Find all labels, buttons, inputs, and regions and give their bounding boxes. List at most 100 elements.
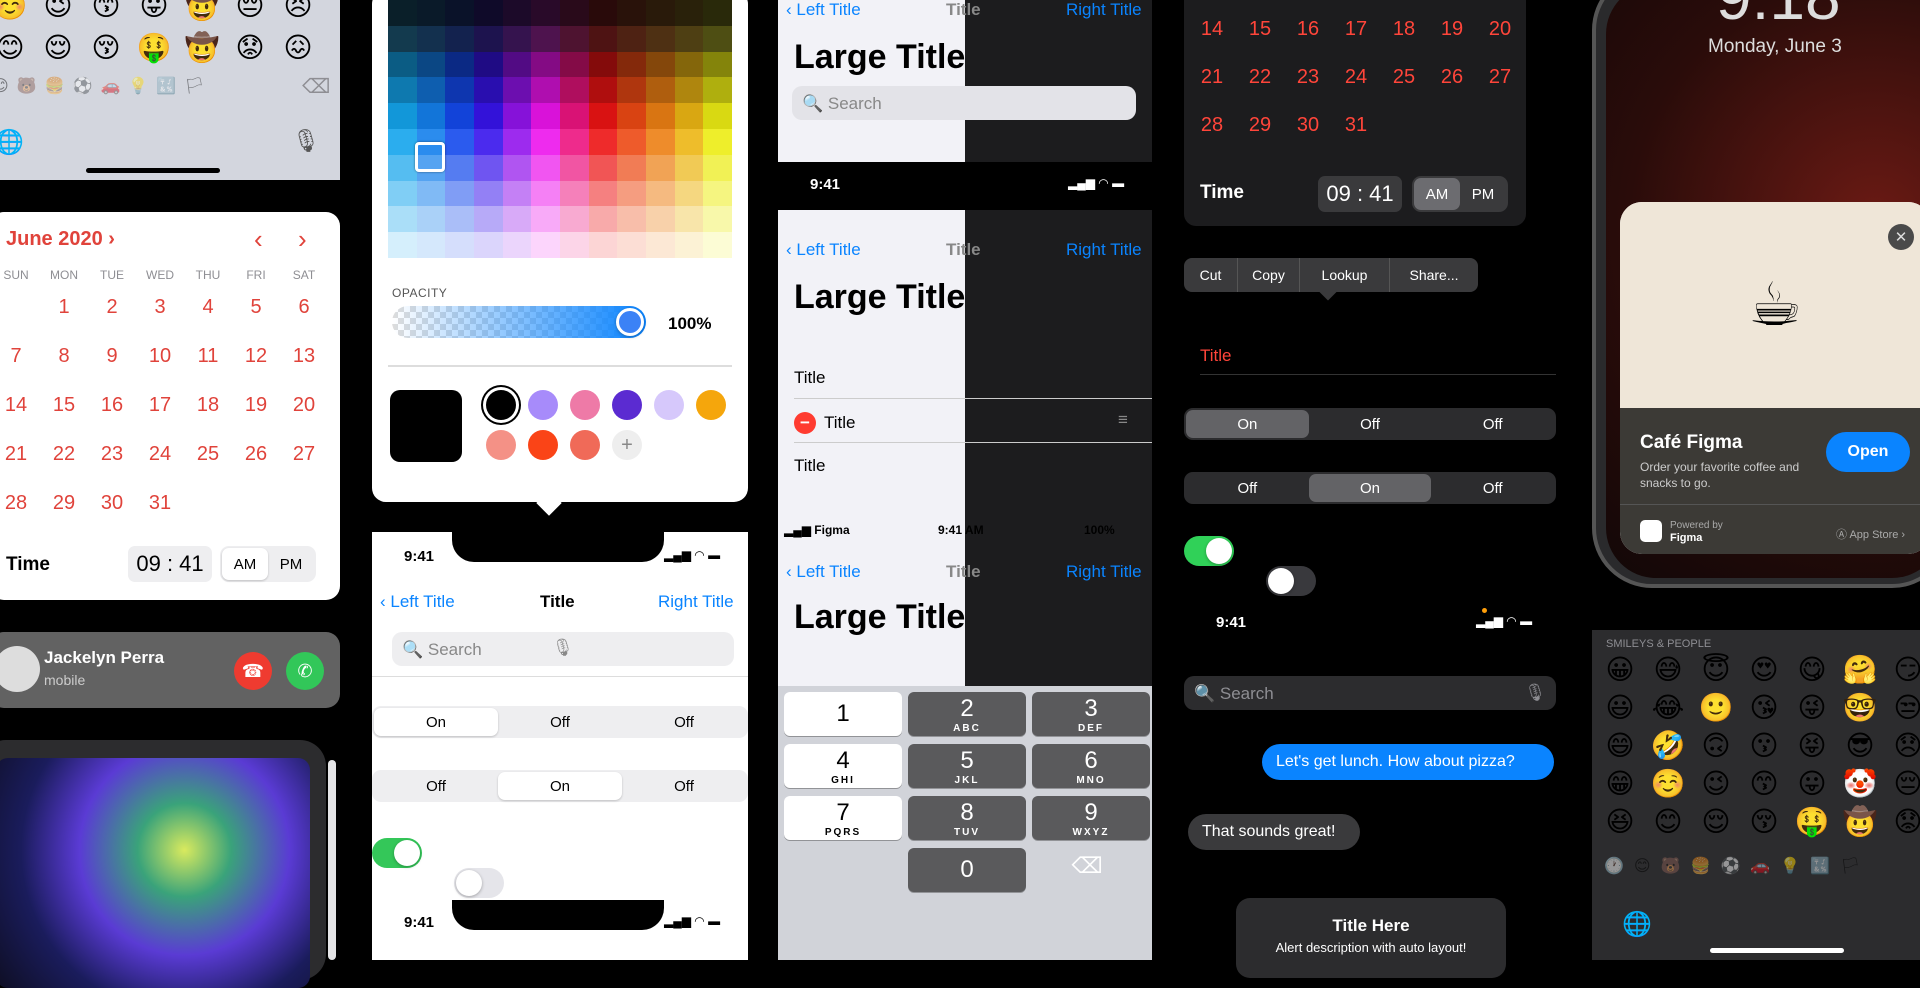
color-cell[interactable]: [531, 77, 560, 104]
calendar-day[interactable]: 30: [1284, 114, 1332, 137]
color-cell[interactable]: [674, 154, 704, 181]
calendar-day[interactable]: 17: [136, 394, 184, 417]
keypad-key[interactable]: 8 TUV: [908, 796, 1026, 840]
emoji-key[interactable]: ☺️: [1644, 770, 1692, 808]
color-cell[interactable]: [617, 232, 646, 258]
emoji-key[interactable]: 😙: [82, 0, 130, 34]
calendar-day[interactable]: 14: [0, 394, 40, 417]
color-cell[interactable]: [559, 206, 589, 233]
emoji-key[interactable]: 🤠: [1836, 808, 1884, 846]
color-cell[interactable]: [416, 103, 446, 129]
color-cell[interactable]: [588, 77, 618, 104]
calendar-day[interactable]: 22: [1236, 66, 1284, 89]
calendar-day[interactable]: 20: [1476, 18, 1524, 41]
color-swatch[interactable]: [612, 390, 642, 420]
emoji-category-icon[interactable]: 🔣: [156, 76, 176, 96]
month-selector[interactable]: June 2020 ›: [6, 228, 115, 251]
color-cell[interactable]: [502, 77, 532, 104]
context-menu-item[interactable]: Cut: [1184, 258, 1238, 292]
color-swatch[interactable]: [528, 390, 558, 420]
calendar-day[interactable]: 15: [40, 394, 88, 417]
outgoing-message-bubble[interactable]: Let's get lunch. How about pizza?: [1262, 744, 1554, 780]
color-cell[interactable]: [445, 128, 474, 155]
color-swatch[interactable]: [486, 430, 516, 460]
emoji-key[interactable]: 😀: [1596, 656, 1644, 694]
color-cell[interactable]: [388, 180, 417, 207]
emoji-key[interactable]: 😜: [1788, 694, 1836, 732]
calendar-day[interactable]: 11: [184, 345, 232, 368]
text-field-title[interactable]: Title: [1200, 346, 1232, 366]
color-cell[interactable]: [645, 180, 675, 207]
color-cell[interactable]: [445, 180, 474, 207]
back-button[interactable]: ‹ Left Title: [786, 240, 861, 260]
emoji-key[interactable]: 😟: [1884, 808, 1920, 846]
color-cell[interactable]: [388, 232, 417, 258]
color-swatch[interactable]: [654, 390, 684, 420]
color-cell[interactable]: [445, 25, 474, 52]
list-item[interactable]: Title: [794, 456, 826, 476]
color-cell[interactable]: [531, 128, 560, 155]
color-cell[interactable]: [617, 154, 646, 181]
emoji-key[interactable]: 😚: [82, 34, 130, 76]
app-store-link[interactable]: Ⓐ App Store ›: [1836, 526, 1905, 542]
emoji-key[interactable]: 🙃: [1692, 732, 1740, 770]
color-cell[interactable]: [617, 103, 646, 129]
segment-option[interactable]: On: [374, 708, 498, 736]
color-cell[interactable]: [559, 180, 589, 207]
microphone-icon[interactable]: 🎙: [552, 638, 574, 658]
close-button[interactable]: ✕: [1888, 224, 1914, 250]
globe-icon[interactable]: 🌐: [0, 128, 24, 157]
emoji-key[interactable]: 😋: [1788, 656, 1836, 694]
emoji-key[interactable]: 😔: [226, 0, 274, 34]
color-cell[interactable]: [445, 103, 474, 129]
color-cell[interactable]: [703, 0, 732, 26]
color-cell[interactable]: [588, 232, 618, 258]
emoji-key[interactable]: 😘: [1740, 694, 1788, 732]
opacity-slider-thumb[interactable]: [616, 308, 644, 336]
delete-control-icon[interactable]: −: [794, 412, 816, 434]
calendar-day[interactable]: 19: [1428, 18, 1476, 41]
calendar-day[interactable]: 7: [1188, 0, 1236, 1]
pm-option[interactable]: PM: [268, 548, 314, 580]
keypad-key[interactable]: 4 GHI: [784, 744, 902, 788]
context-menu-item[interactable]: Lookup: [1300, 258, 1390, 292]
segment-option[interactable]: Off: [498, 708, 622, 736]
color-cell[interactable]: [588, 206, 618, 233]
calendar-day[interactable]: 7: [0, 345, 40, 368]
calendar-day[interactable]: 17: [1332, 18, 1380, 41]
globe-icon[interactable]: 🌐: [1622, 910, 1652, 939]
emoji-key[interactable]: 😉: [1692, 770, 1740, 808]
emoji-key[interactable]: 😛: [130, 0, 178, 34]
emoji-key[interactable]: 😚: [1740, 808, 1788, 846]
color-cell[interactable]: [388, 0, 417, 26]
color-cell[interactable]: [588, 0, 618, 26]
color-cell[interactable]: [388, 128, 417, 155]
opacity-slider[interactable]: [392, 306, 646, 338]
right-title-button[interactable]: Right Title: [1066, 240, 1142, 260]
toggle-off[interactable]: [454, 868, 504, 898]
segment-option[interactable]: On: [498, 772, 622, 800]
color-cell[interactable]: [416, 206, 446, 233]
delete-key-icon[interactable]: ⌫: [1028, 844, 1146, 888]
calendar-day[interactable]: 9: [88, 345, 136, 368]
color-cell[interactable]: [674, 77, 704, 104]
color-cell[interactable]: [502, 51, 532, 78]
emoji-key[interactable]: 😏: [1884, 656, 1920, 694]
color-cell[interactable]: [645, 25, 675, 52]
emoji-key[interactable]: 🙂: [1692, 694, 1740, 732]
emoji-key[interactable]: 😁: [1596, 770, 1644, 808]
color-cell[interactable]: [473, 51, 503, 78]
calendar-day[interactable]: 27: [1476, 66, 1524, 89]
calendar-day[interactable]: 20: [280, 394, 328, 417]
keypad-key[interactable]: 9 WXYZ: [1032, 796, 1150, 840]
calendar-day[interactable]: 10: [1332, 0, 1380, 1]
keypad-key[interactable]: 6 MNO: [1032, 744, 1150, 788]
search-bar[interactable]: 🔍 Search 🎙: [392, 632, 734, 666]
emoji-category-icon[interactable]: 🐻: [17, 76, 37, 96]
calendar-day[interactable]: 15: [1236, 18, 1284, 41]
toggle-on[interactable]: [372, 838, 422, 868]
calendar-day[interactable]: 14: [1188, 18, 1236, 41]
calendar-day[interactable]: 29: [1236, 114, 1284, 137]
segment-option[interactable]: Off: [374, 772, 498, 800]
color-grid[interactable]: [388, 0, 732, 258]
